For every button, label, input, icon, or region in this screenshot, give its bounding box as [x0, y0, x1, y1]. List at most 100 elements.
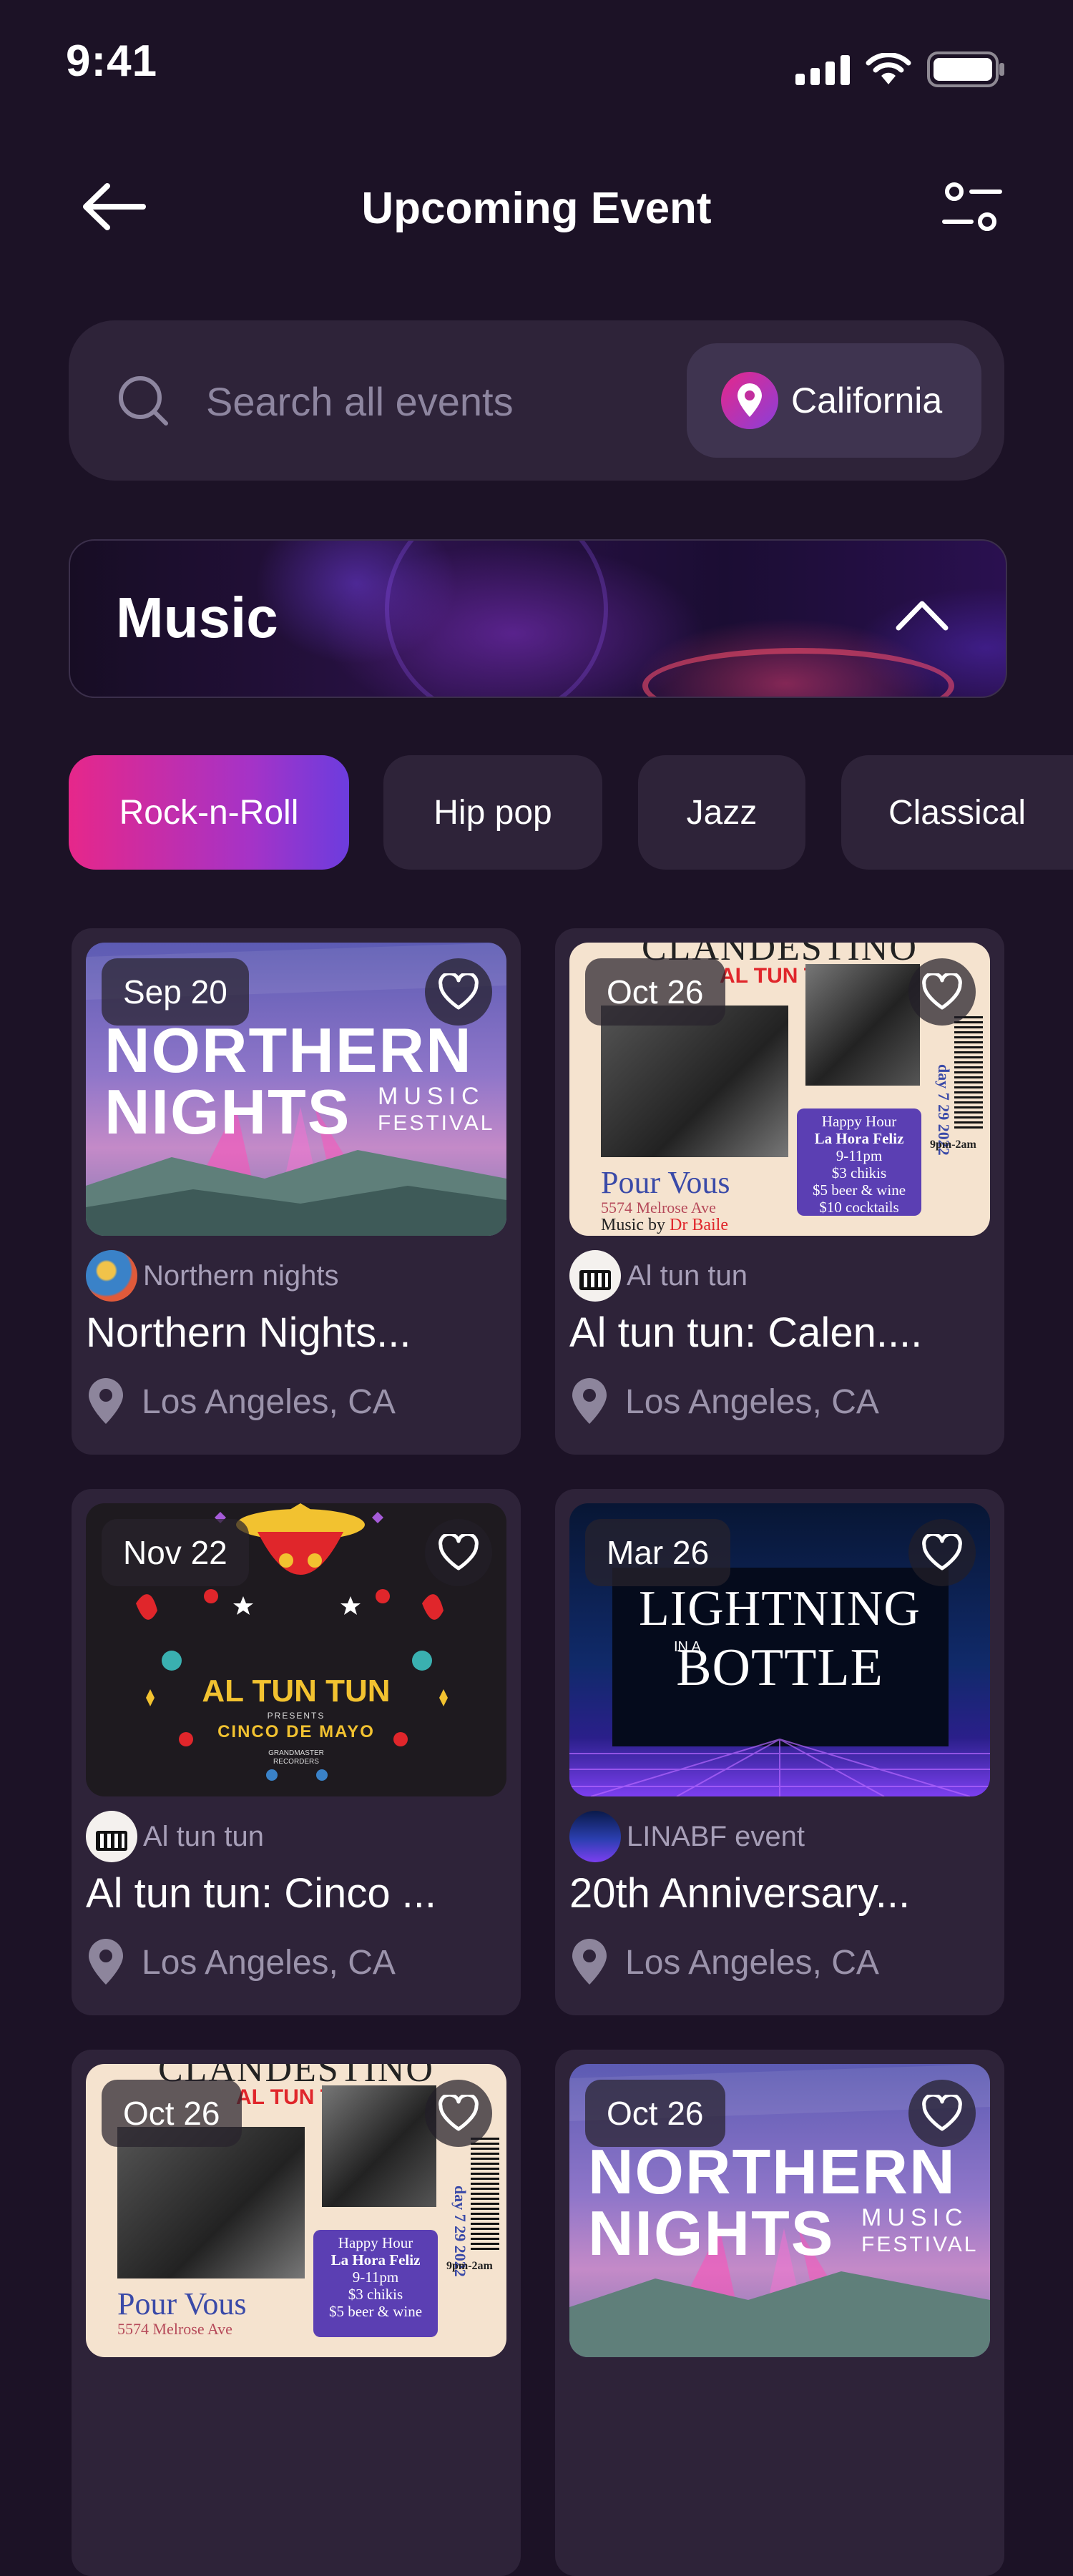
genre-chip-classical[interactable]: Classical [841, 755, 1073, 870]
poster-text: $5 beer & wine [812, 1181, 906, 1199]
heart-icon [922, 2095, 962, 2131]
date-badge: Mar 26 [585, 1519, 731, 1586]
event-card[interactable]: NORTHERN NIGHTS MUSIC FESTIVAL Oct 26 [555, 2050, 1004, 2576]
category-title: Music [116, 586, 278, 649]
poster-text: Dr Baile [670, 1216, 728, 1234]
search-input[interactable] [205, 370, 708, 432]
heart-icon [922, 973, 962, 1010]
event-card[interactable]: LIGHTNING IN A BOTTLE Mar 26 LINABF even… [555, 1489, 1004, 2015]
event-card[interactable]: CLANDESTINO AL TUN TUN Pour Vous 5574 Me… [72, 2050, 521, 2576]
poster-text: Pour Vous [117, 2286, 247, 2321]
poster-photo [117, 2127, 305, 2278]
poster-text: Happy Hour [338, 2234, 413, 2251]
poster-text: Music by [601, 1216, 665, 1234]
organizer: Northern nights [86, 1250, 338, 1302]
northern-nights-poster: NORTHERN NIGHTS MUSIC FESTIVAL Sep 20 [86, 943, 506, 1236]
filter-icon [942, 182, 1002, 231]
location-text: Los Angeles, CA [142, 1382, 396, 1421]
event-title: Northern Nights... [86, 1309, 411, 1356]
poster-text: La Hora Feliz [330, 2251, 421, 2268]
location-text: Los Angeles, CA [625, 1943, 879, 1982]
poster-deal-box: Happy Hour La Hora Feliz 9-11pm $3 chiki… [797, 1108, 921, 1216]
poster-photo [805, 964, 920, 1086]
page-title: Upcoming Event [361, 184, 712, 233]
poster-photo [322, 2085, 436, 2207]
battery-icon [927, 51, 1004, 87]
poster-text: Music by Dr Baile [601, 1216, 728, 1235]
poster-text: 9pm-2am [930, 1139, 976, 1151]
favorite-button[interactable] [908, 1519, 976, 1586]
lightning-in-a-bottle-poster: LIGHTNING IN A BOTTLE Mar 26 [569, 1503, 990, 1796]
header: Upcoming Event [0, 157, 1073, 257]
cinco-de-mayo-poster: AL TUN TUN PRESENTS CINCO DE MAYO GRANDM… [86, 1503, 506, 1796]
organizer-avatar [86, 1811, 137, 1862]
status-bar: 9:41 [0, 0, 1073, 129]
organizer: LINABF event [569, 1811, 805, 1862]
poster-text: $3 chikis [348, 2286, 403, 2303]
filter-button[interactable] [940, 179, 1004, 236]
event-location: Los Angeles, CA [86, 1937, 396, 1988]
date-badge: Sep 20 [102, 958, 249, 1026]
search-icon [119, 376, 168, 426]
poster-text: PRESENTS [267, 1711, 325, 1721]
event-title: 20th Anniversary... [569, 1870, 911, 1917]
date-badge: Oct 26 [585, 958, 725, 1026]
genre-chip-jazz[interactable]: Jazz [638, 755, 805, 870]
poster-text: 5574 Melrose Ave [601, 1199, 716, 1216]
clandestino-poster: CLANDESTINO AL TUN TUN Pour Vous 5574 Me… [86, 2064, 506, 2357]
map-pin-icon [89, 1939, 123, 1985]
poster-text: $5 beer & wine [328, 2303, 423, 2320]
heart-icon [438, 2095, 479, 2131]
event-location: Los Angeles, CA [86, 1376, 396, 1427]
poster-deal-box: Happy Hour La Hora Feliz 9-11pm $3 chiki… [313, 2230, 438, 2337]
poster-barcode [954, 1014, 983, 1129]
genre-chip-rock-n-roll[interactable]: Rock-n-Roll [69, 755, 349, 870]
banner-decoration [642, 648, 954, 697]
poster-text: 9-11pm [352, 2268, 399, 2286]
poster-text: LIGHTNING [639, 1581, 921, 1636]
favorite-button[interactable] [908, 2080, 976, 2147]
event-card[interactable]: NORTHERN NIGHTS MUSIC FESTIVAL Sep 20 No… [72, 928, 521, 1455]
poster-text: CINCO DE MAYO [217, 1722, 375, 1741]
event-title: Al tun tun: Cinco ... [86, 1870, 437, 1917]
favorite-button[interactable] [425, 958, 492, 1026]
poster-text: NIGHTS [588, 2198, 835, 2268]
cellular-signal-icon [795, 55, 850, 85]
poster-text: MUSIC [378, 1083, 485, 1110]
category-banner-music[interactable]: Music [69, 539, 1007, 698]
poster-text: NIGHTS [104, 1076, 351, 1147]
genre-chip-row: Rock-n-Roll Hip pop Jazz Classical [69, 755, 1073, 870]
date-badge: Nov 22 [102, 1519, 249, 1586]
heart-icon [438, 973, 479, 1010]
status-time: 9:41 [66, 36, 158, 86]
location-text: Los Angeles, CA [142, 1943, 396, 1982]
event-card[interactable]: CLANDESTINO AL TUN TUN Pour Vous 5574 Me… [555, 928, 1004, 1455]
chevron-up-icon[interactable] [896, 598, 949, 632]
map-pin-icon [572, 1939, 607, 1985]
favorite-button[interactable] [425, 2080, 492, 2147]
organizer: Al tun tun [569, 1250, 748, 1302]
heart-icon [438, 1534, 479, 1570]
poster-text: Pour Vous [601, 1165, 730, 1200]
event-location: Los Angeles, CA [569, 1937, 879, 1988]
poster-text: FESTIVAL [861, 2233, 979, 2256]
poster-text: GRANDMASTER RECORDERS [268, 1749, 324, 1766]
organizer-avatar [569, 1811, 621, 1862]
poster-text: Happy Hour [821, 1113, 897, 1130]
poster-text: BOTTLE [676, 1638, 883, 1697]
poster-photo [601, 1006, 788, 1157]
event-card[interactable]: AL TUN TUN PRESENTS CINCO DE MAYO GRANDM… [72, 1489, 521, 2015]
favorite-button[interactable] [908, 958, 976, 1026]
favorite-button[interactable] [425, 1519, 492, 1586]
heart-icon [922, 1534, 962, 1570]
location-selector[interactable]: California [687, 343, 981, 458]
map-pin-icon [721, 372, 778, 429]
poster-text: MUSIC [861, 2204, 969, 2231]
status-icons [795, 51, 1006, 87]
poster-text: AL TUN TUN [202, 1673, 391, 1709]
genre-chip-hip-pop[interactable]: Hip pop [383, 755, 602, 870]
organizer: Al tun tun [86, 1811, 264, 1862]
date-badge: Oct 26 [585, 2080, 725, 2147]
organizer-name: Al tun tun [627, 1259, 748, 1292]
wifi-icon [866, 53, 911, 84]
